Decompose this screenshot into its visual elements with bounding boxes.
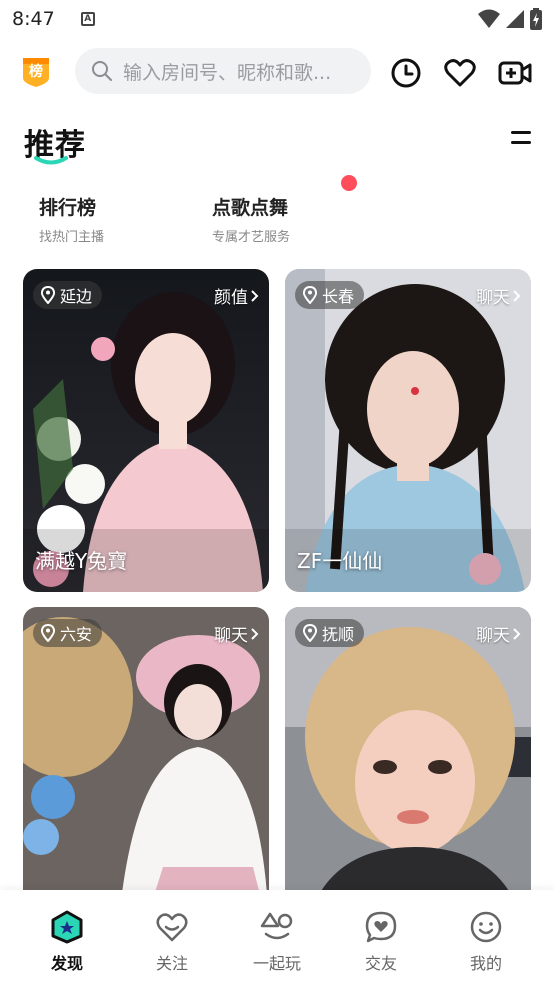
bottom-tab-bar: 发现 关注 一起玩 交友 我的: [0, 890, 554, 984]
tab-label: 发现: [50, 954, 83, 973]
category-link[interactable]: 聊天: [476, 621, 521, 646]
tab-me[interactable]: 我的: [451, 910, 521, 974]
category-text: 聊天: [476, 288, 510, 308]
tab-label: 我的: [469, 954, 502, 973]
notification-dot: [341, 175, 357, 191]
category-link[interactable]: 聊天: [214, 621, 259, 646]
category-text: 颜值: [214, 288, 248, 308]
streamer-name: ZF一仙仙: [297, 549, 383, 573]
stream-card[interactable]: 长春 聊天 ZF一仙仙: [285, 269, 531, 592]
streamer-name: 满越Y兔寶: [35, 549, 128, 573]
quick-link-ranking[interactable]: 排行榜 找热门主播: [39, 193, 104, 245]
stream-thumbnail: [23, 269, 269, 592]
location-tag: 抚顺: [295, 619, 365, 647]
tab-label: 一起玩: [252, 954, 301, 973]
history-icon[interactable]: [390, 57, 422, 89]
tab-follow[interactable]: 关注: [137, 910, 207, 974]
chevron-right-icon: [251, 289, 259, 302]
quick-link-song-dance[interactable]: 点歌点舞 专属才艺服务: [212, 193, 290, 245]
title-underline-decoration: [34, 156, 68, 165]
chevron-right-icon: [251, 627, 259, 640]
category-link[interactable]: 颜值: [214, 283, 259, 308]
play-together-icon: [260, 912, 293, 940]
category-text: 聊天: [476, 626, 510, 646]
location-pin-icon: [303, 286, 317, 304]
location-text: 抚顺: [322, 625, 355, 644]
signal-icon: [506, 10, 524, 28]
discover-icon: [51, 910, 83, 944]
menu-icon[interactable]: [511, 131, 531, 147]
tab-label: 关注: [155, 954, 188, 973]
chat-bubble-icon: [365, 911, 397, 943]
ranking-badge[interactable]: 榜: [20, 56, 52, 88]
category-text: 聊天: [214, 626, 248, 646]
location-tag: 六安: [33, 619, 103, 647]
location-pin-icon: [41, 286, 55, 304]
follow-heart-icon: [156, 913, 188, 942]
location-pin-icon: [303, 624, 317, 642]
stream-thumbnail: [23, 607, 269, 930]
category-link[interactable]: 聊天: [476, 283, 521, 308]
quick-link-subtitle: 专属才艺服务: [212, 230, 291, 245]
location-text: 长春: [322, 287, 355, 306]
heart-icon[interactable]: [444, 57, 476, 89]
location-pin-icon: [41, 624, 55, 642]
video-live-icon[interactable]: [498, 57, 532, 89]
quick-link-title: 点歌点舞: [212, 197, 289, 219]
tab-play-together[interactable]: 一起玩: [242, 910, 312, 974]
status-time: 8:47: [12, 8, 55, 30]
stream-card[interactable]: 抚顺 聊天: [285, 607, 531, 930]
tab-label: 交友: [364, 954, 397, 973]
chevron-right-icon: [513, 627, 521, 640]
stream-thumbnail: [285, 269, 531, 592]
tab-discover[interactable]: 发现: [32, 910, 102, 974]
tab-make-friends[interactable]: 交友: [346, 910, 416, 974]
notification-a-icon: A: [80, 12, 95, 26]
smiley-icon: [470, 911, 502, 943]
search-input[interactable]: 输入房间号、昵称和歌...: [123, 58, 355, 85]
location-tag: 长春: [295, 281, 365, 309]
status-indicators: [478, 8, 542, 30]
battery-icon: [530, 8, 542, 30]
quick-link-title: 排行榜: [39, 197, 97, 219]
quick-link-subtitle: 找热门主播: [39, 230, 105, 245]
status-bar: 8:47 A: [0, 0, 554, 38]
ranking-badge-label: 榜: [29, 64, 43, 80]
search-bar[interactable]: 输入房间号、昵称和歌...: [75, 48, 371, 94]
search-icon: [92, 61, 112, 81]
stream-card[interactable]: 延边 颜值 满越Y兔寶: [23, 269, 269, 592]
location-tag: 延边: [33, 281, 103, 309]
stream-thumbnail: [285, 607, 531, 930]
wifi-icon: [478, 9, 500, 28]
top-bar: 榜 输入房间号、昵称和歌...: [0, 44, 554, 100]
location-text: 六安: [60, 625, 93, 644]
chevron-right-icon: [513, 289, 521, 302]
stream-card[interactable]: 六安 聊天: [23, 607, 269, 930]
location-text: 延边: [60, 287, 93, 306]
